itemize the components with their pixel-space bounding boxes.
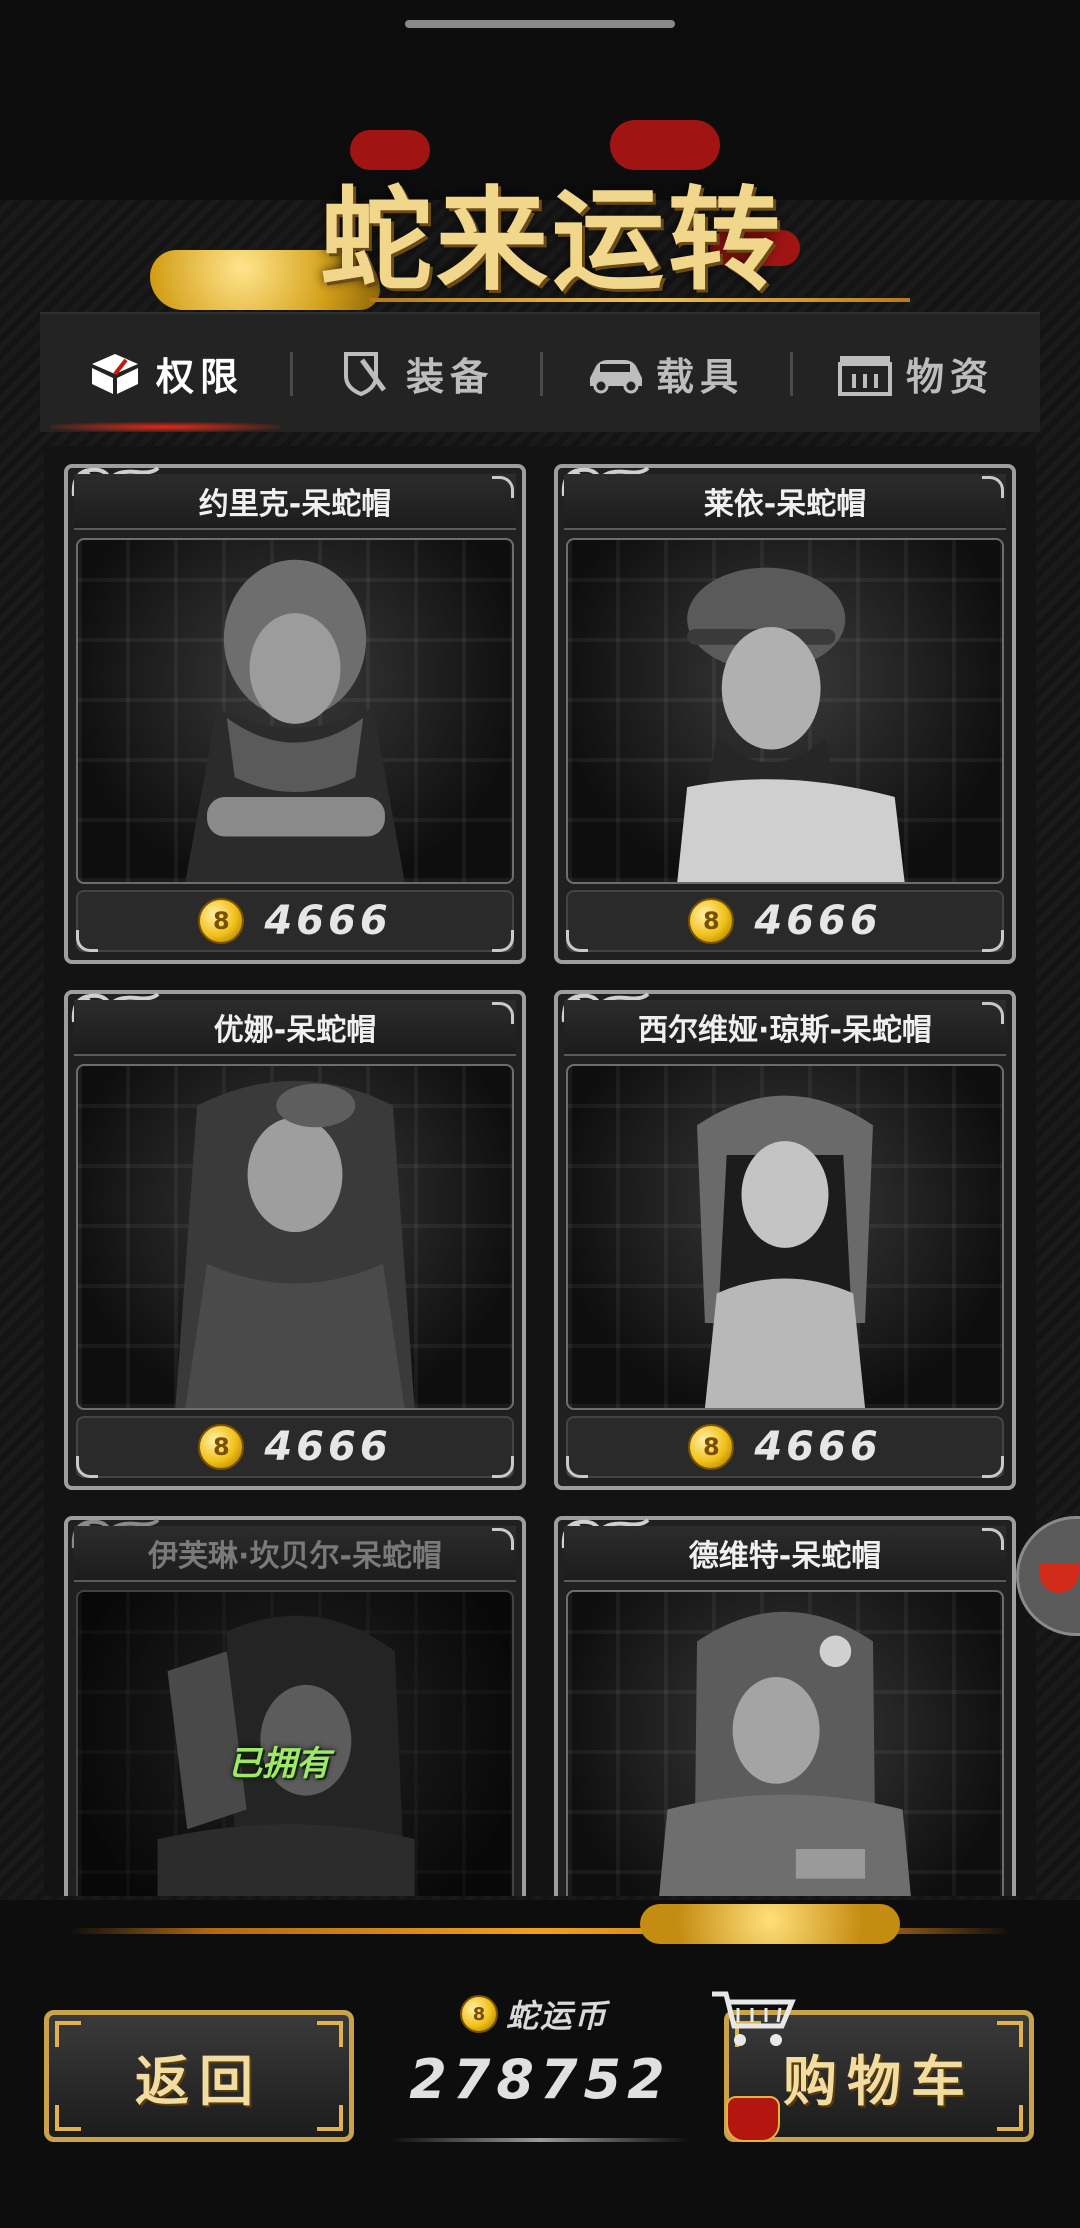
character-portrait [76,1064,514,1410]
button-corner [997,2021,1023,2047]
item-price: 4666 [264,898,392,944]
item-name: 约里克-呆蛇帽 [74,474,516,530]
price-bar: 8 4666 [566,890,1004,952]
girl-portrait-image [697,1095,873,1408]
item-card[interactable]: 莱依-呆蛇帽 8 4666 [554,464,1016,964]
currency-header: 8 蛇运币 [460,1990,640,2038]
armored-man-portrait-image [659,1611,911,1896]
item-price: 4666 [754,898,882,944]
shopping-cart-icon [712,1991,796,2046]
price-bar: 8 4666 [76,890,514,952]
tab-label: 装备 [405,354,494,399]
item-card[interactable]: 约里克-呆蛇帽 8 4666 [64,464,526,964]
cart-button-label: 购物车 [783,2048,975,2113]
item-grid[interactable]: 约里克-呆蛇帽 8 4666 莱依-呆蛇帽 8 4666 优娜-呆蛇帽 8 46… [44,446,1036,1896]
tab-permissions[interactable]: 权限 [40,314,290,432]
crate-icon [837,356,892,396]
snake-coin-icon: 8 [198,898,245,944]
snake-coin-icon: 8 [460,1995,498,2033]
item-card[interactable]: 伊芙琳·坎贝尔-呆蛇帽 已拥有 [64,1516,526,1896]
gift-bag-icon [726,2096,780,2142]
tab-label: 物资 [905,354,994,399]
button-corner [55,2021,81,2047]
item-name: 优娜-呆蛇帽 [74,1000,516,1056]
item-name: 西尔维娅·琼斯-呆蛇帽 [564,1000,1006,1056]
tab-vehicles[interactable]: 载具 [540,314,790,432]
tab-supplies[interactable]: 物资 [790,314,1040,432]
owned-badge: 已拥有 [228,1744,330,1784]
snake-coin-icon: 8 [198,1424,245,1470]
item-name: 德维特-呆蛇帽 [564,1526,1006,1582]
item-name: 莱依-呆蛇帽 [564,474,1006,530]
back-button-label: 返回 [135,2048,263,2113]
young-man-portrait-image [677,567,905,882]
home-indicator[interactable] [405,20,675,28]
golden-snake-icon [640,1904,900,1944]
button-corner [317,2105,343,2131]
category-tabs: 权限 装备 载具 物资 [40,312,1040,432]
character-portrait [76,538,514,884]
box-icon [91,354,138,394]
item-card[interactable]: 西尔维娅·琼斯-呆蛇帽 8 4666 [554,990,1016,1490]
item-card[interactable]: 德维特-呆蛇帽 [554,1516,1016,1896]
character-portrait [566,538,1004,884]
tab-label: 载具 [655,354,744,399]
character-portrait [566,1590,1004,1896]
currency-balance: 278752 [409,2048,671,2111]
item-name: 伊芙琳·坎贝尔-呆蛇帽 [74,1526,516,1582]
currency-name: 蛇运币 [506,1997,609,2035]
button-corner [997,2105,1023,2131]
button-corner [55,2105,81,2131]
tab-equipment[interactable]: 装备 [290,314,540,432]
shield-icon [343,352,387,396]
price-bar: 8 4666 [76,1416,514,1478]
character-portrait [566,1064,1004,1410]
button-corner [317,2021,343,2047]
tab-label: 权限 [155,354,244,399]
currency-divider [390,2138,690,2142]
item-price: 4666 [754,1424,882,1470]
item-card[interactable]: 优娜-呆蛇帽 8 4666 [64,990,526,1490]
hooded-woman-portrait-image [175,1080,415,1408]
snake-coin-icon: 8 [688,898,735,944]
price-bar: 8 4666 [566,1416,1004,1478]
officer-portrait-image [185,559,405,882]
event-title: 蛇来运转 [320,175,784,306]
item-price: 4666 [264,1424,392,1470]
car-icon [589,360,642,394]
snake-coin-icon: 8 [688,1424,735,1470]
back-button[interactable]: 返回 [44,2010,354,2142]
event-banner: 蛇来运转 [150,120,930,320]
